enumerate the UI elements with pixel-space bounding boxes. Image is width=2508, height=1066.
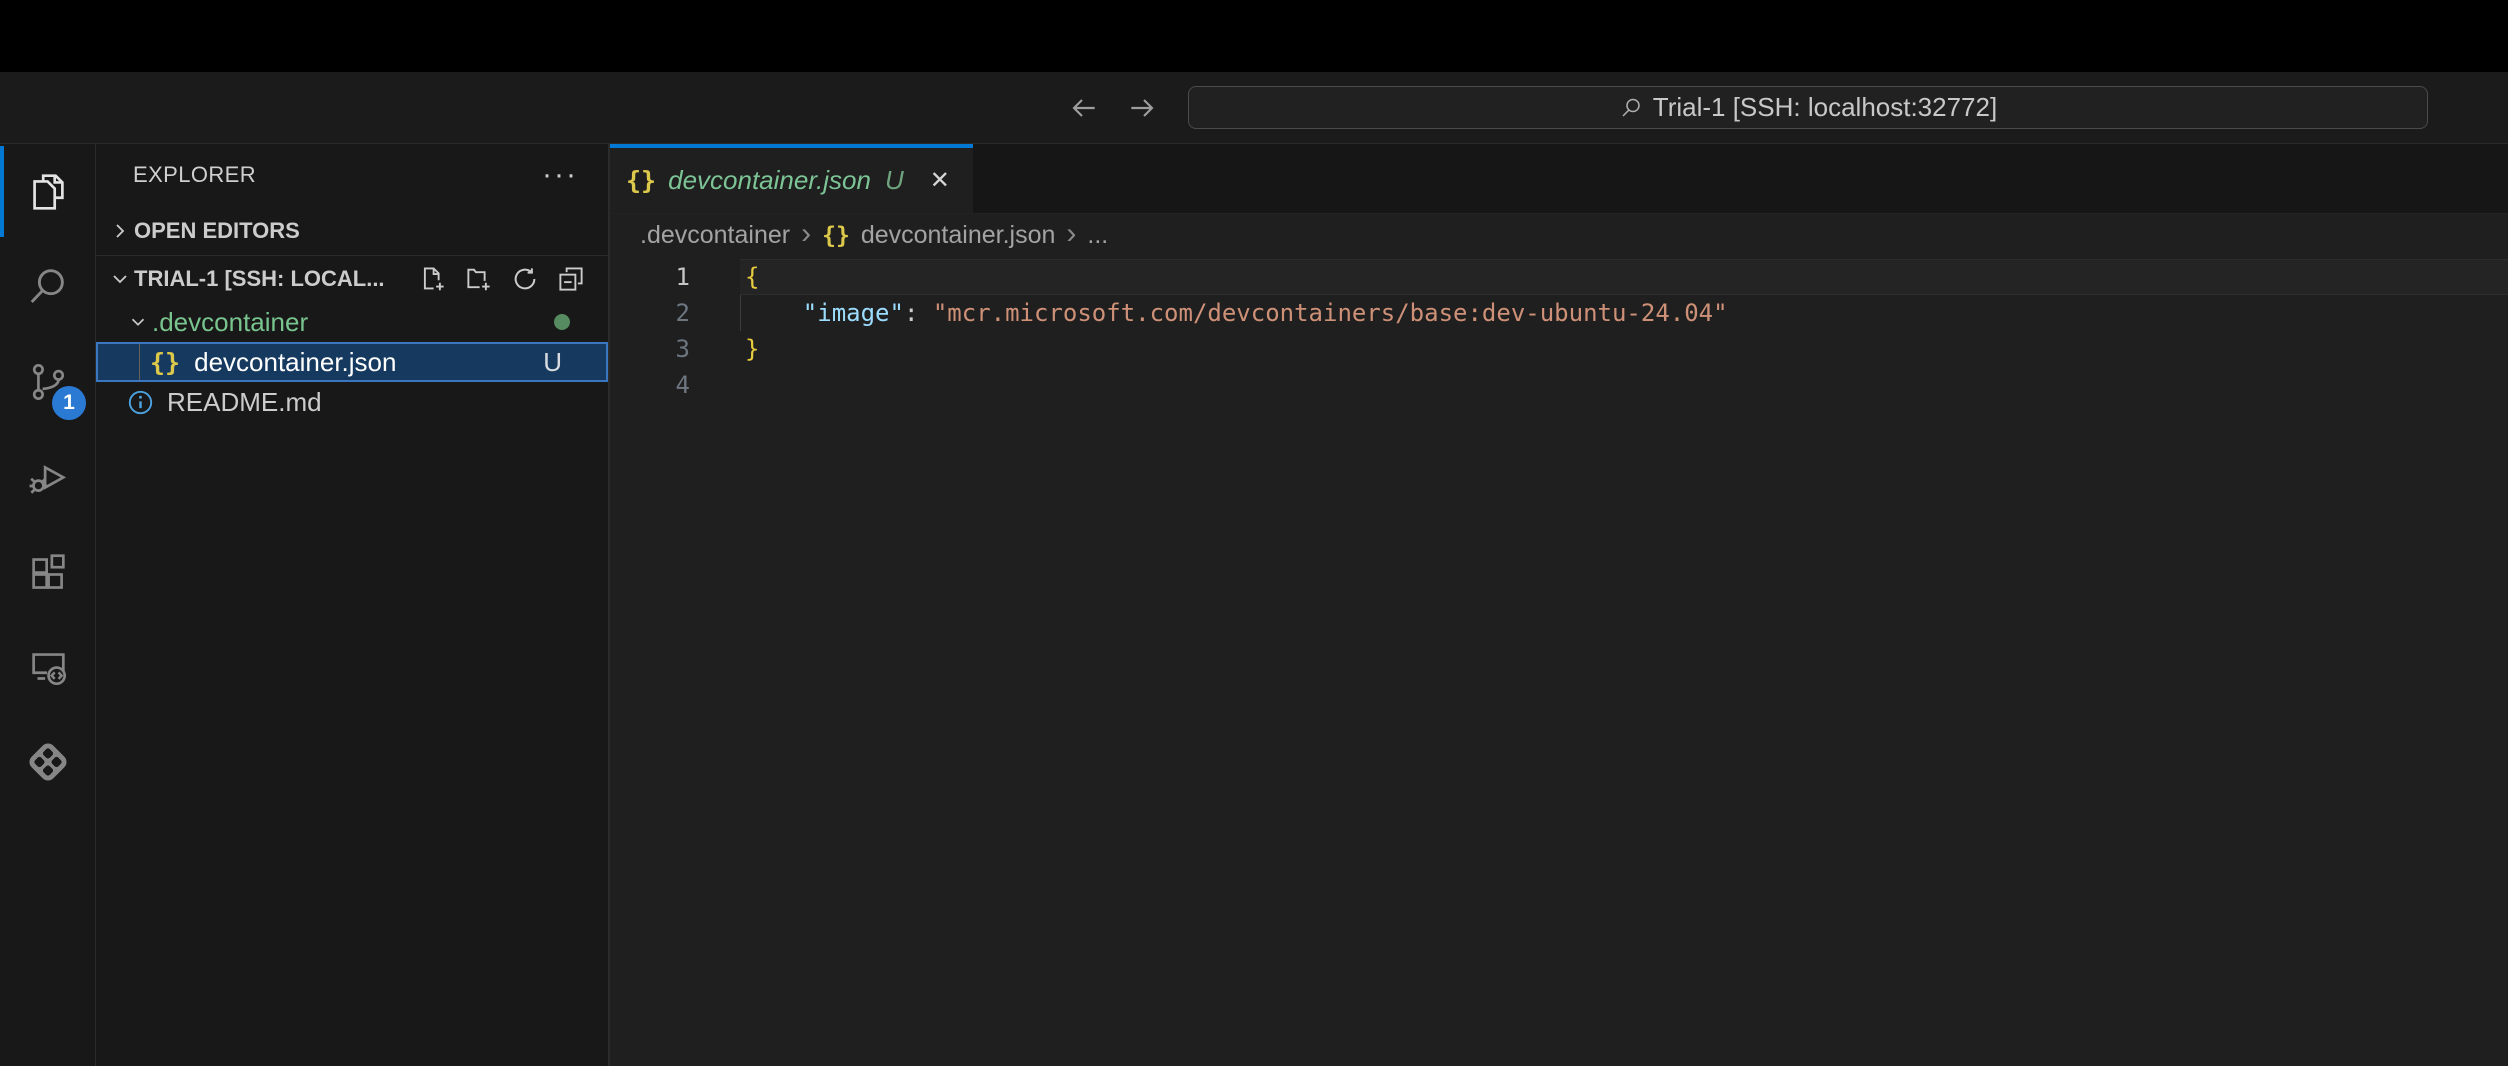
- line-number: 2: [610, 295, 690, 331]
- sidebar-title-row: EXPLORER ···: [96, 144, 608, 206]
- git-modified-dot-badge: [554, 314, 570, 330]
- tab-label: devcontainer.json: [668, 165, 871, 196]
- arrow-right-icon: [1126, 92, 1158, 124]
- extensions-icon: [25, 549, 71, 595]
- code-editor[interactable]: 1{2 "image": "mcr.microsoft.com/devconta…: [610, 257, 2508, 1066]
- editor-group: {} devcontainer.json U ✕ .devcontainer ›…: [610, 144, 2508, 1066]
- tree-item-readme[interactable]: README.md: [96, 382, 608, 422]
- tree-item-devcontainer-folder[interactable]: .devcontainer: [96, 302, 608, 342]
- titlebar: Trial-1 [SSH: localhost:32772]: [0, 72, 2508, 144]
- chevron-separator-icon: ›: [1066, 224, 1076, 248]
- section-toolbar: [418, 264, 608, 294]
- tab-devcontainer-json[interactable]: {} devcontainer.json U ✕: [610, 144, 973, 213]
- tree-item-devcontainer-json[interactable]: {} devcontainer.json U: [96, 342, 608, 382]
- breadcrumb-folder[interactable]: .devcontainer: [640, 221, 790, 250]
- line-content: "image": "mcr.microsoft.com/devcontainer…: [740, 295, 2508, 331]
- command-center[interactable]: Trial-1 [SSH: localhost:32772]: [1188, 86, 2428, 129]
- navigate-forward-button[interactable]: [1120, 88, 1164, 128]
- line-number: 3: [610, 331, 690, 367]
- json-file-icon: {}: [626, 166, 656, 195]
- indent-guide: [740, 295, 741, 331]
- git-untracked-badge: U: [543, 347, 562, 378]
- line-content: {: [740, 259, 2508, 295]
- activity-run-debug[interactable]: [0, 429, 95, 524]
- source-control-badge: 1: [52, 386, 86, 420]
- workspace-section-header[interactable]: TRIAL-1 [SSH: LOCAL...: [96, 256, 608, 302]
- activity-explorer[interactable]: [0, 144, 95, 239]
- tab-git-badge: U: [885, 165, 904, 196]
- new-folder-icon[interactable]: [464, 264, 494, 294]
- breadcrumb: .devcontainer › {} devcontainer.json › .…: [610, 214, 2508, 257]
- new-file-icon[interactable]: [418, 264, 448, 294]
- breadcrumb-symbol[interactable]: ...: [1087, 221, 1108, 250]
- line-number: 4: [610, 367, 690, 403]
- json-file-icon: {}: [150, 348, 180, 377]
- more-actions-icon[interactable]: ···: [542, 170, 578, 180]
- diamond-grid-icon: [25, 739, 71, 785]
- line-content: }: [740, 331, 2508, 367]
- remote-explorer-icon: [25, 644, 71, 690]
- open-editors-label: OPEN EDITORS: [134, 218, 300, 244]
- chevron-down-icon: [124, 311, 152, 333]
- code-line[interactable]: 4: [610, 367, 2508, 403]
- activity-search[interactable]: [0, 239, 95, 334]
- line-number: 1: [610, 259, 690, 295]
- chevron-separator-icon: ›: [801, 224, 811, 248]
- macos-menubar-strip: [0, 0, 2508, 72]
- line-content: [740, 367, 2508, 403]
- file-label: README.md: [167, 387, 322, 418]
- open-editors-section[interactable]: OPEN EDITORS: [96, 206, 608, 256]
- arrow-left-icon: [1068, 92, 1100, 124]
- activity-bar: 1: [0, 144, 96, 1066]
- sidebar-title: EXPLORER: [133, 162, 256, 188]
- file-label: devcontainer.json: [194, 347, 396, 378]
- command-center-label: Trial-1 [SSH: localhost:32772]: [1653, 92, 1997, 123]
- activity-diamond-grid[interactable]: [0, 714, 95, 809]
- navigate-back-button[interactable]: [1062, 88, 1106, 128]
- chevron-down-icon: [106, 267, 134, 291]
- chevron-right-icon: [106, 219, 134, 243]
- run-debug-icon: [25, 454, 71, 500]
- info-icon: [127, 389, 154, 416]
- vscode-window: Trial-1 [SSH: localhost:32772]: [0, 0, 2508, 1066]
- activity-remote-explorer[interactable]: [0, 619, 95, 714]
- breadcrumb-file[interactable]: devcontainer.json: [861, 221, 1056, 250]
- refresh-icon[interactable]: [510, 264, 540, 294]
- activity-extensions[interactable]: [0, 524, 95, 619]
- activity-source-control[interactable]: 1: [0, 334, 95, 429]
- workspace-section-label: TRIAL-1 [SSH: LOCAL...: [134, 266, 385, 292]
- json-file-icon: {}: [822, 223, 850, 249]
- collapse-all-icon[interactable]: [556, 264, 586, 294]
- code-line[interactable]: 1{: [610, 259, 2508, 295]
- code-line[interactable]: 3}: [610, 331, 2508, 367]
- tree-indent-guide: [139, 344, 140, 380]
- tab-bar: {} devcontainer.json U ✕: [610, 144, 2508, 214]
- search-icon: [25, 264, 71, 310]
- close-icon[interactable]: ✕: [930, 166, 950, 195]
- search-icon: [1619, 96, 1643, 120]
- explorer-sidebar: EXPLORER ··· OPEN EDITORS TRIAL-1 [SSH: …: [96, 144, 610, 1066]
- folder-label: .devcontainer: [152, 307, 308, 338]
- files-icon: [25, 169, 71, 215]
- code-lines: 1{2 "image": "mcr.microsoft.com/devconta…: [610, 259, 2508, 403]
- code-line[interactable]: 2 "image": "mcr.microsoft.com/devcontain…: [610, 295, 2508, 331]
